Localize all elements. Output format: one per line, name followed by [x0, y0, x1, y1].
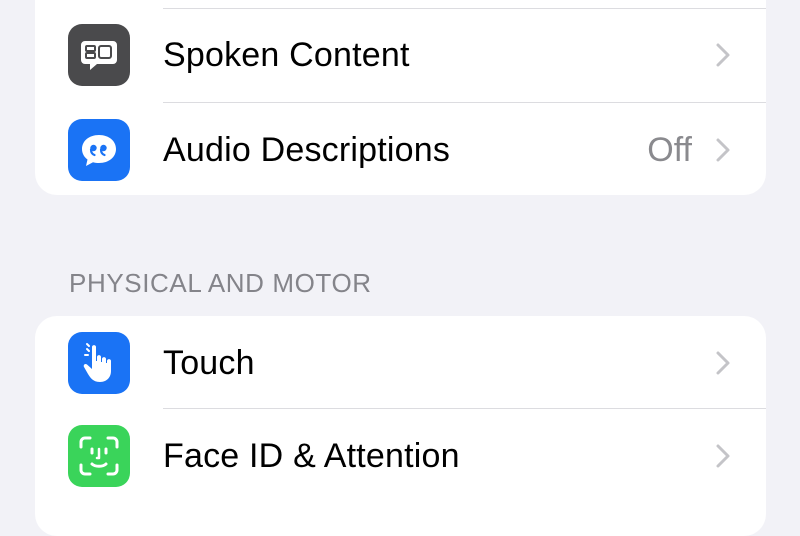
row-face-id-attention[interactable]: Face ID & Attention	[35, 409, 766, 503]
settings-group-vision: Spoken Content Audio Descriptions Off	[35, 0, 766, 195]
row-touch[interactable]: Touch	[35, 316, 766, 410]
row-label: Touch	[163, 344, 255, 382]
face-id-icon	[68, 425, 130, 487]
chevron-right-icon	[716, 444, 730, 468]
row-label: Audio Descriptions	[163, 131, 451, 169]
row-audio-descriptions[interactable]: Audio Descriptions Off	[35, 103, 766, 195]
section-header-physical-and-motor: PHYSICAL AND MOTOR	[69, 268, 372, 298]
row-value: Off	[647, 131, 692, 169]
row-label: Spoken Content	[163, 36, 410, 74]
settings-group-physical-and-motor: Touch Face ID & Attention	[35, 316, 766, 536]
chevron-right-icon	[716, 351, 730, 375]
chevron-right-icon	[716, 43, 730, 67]
chevron-right-icon	[716, 138, 730, 162]
row-spoken-content[interactable]: Spoken Content	[35, 8, 766, 102]
speech-bubble-icon	[68, 24, 130, 86]
quote-bubble-icon	[68, 119, 130, 181]
row-label: Face ID & Attention	[163, 437, 460, 475]
hand-pointer-icon	[68, 332, 130, 394]
